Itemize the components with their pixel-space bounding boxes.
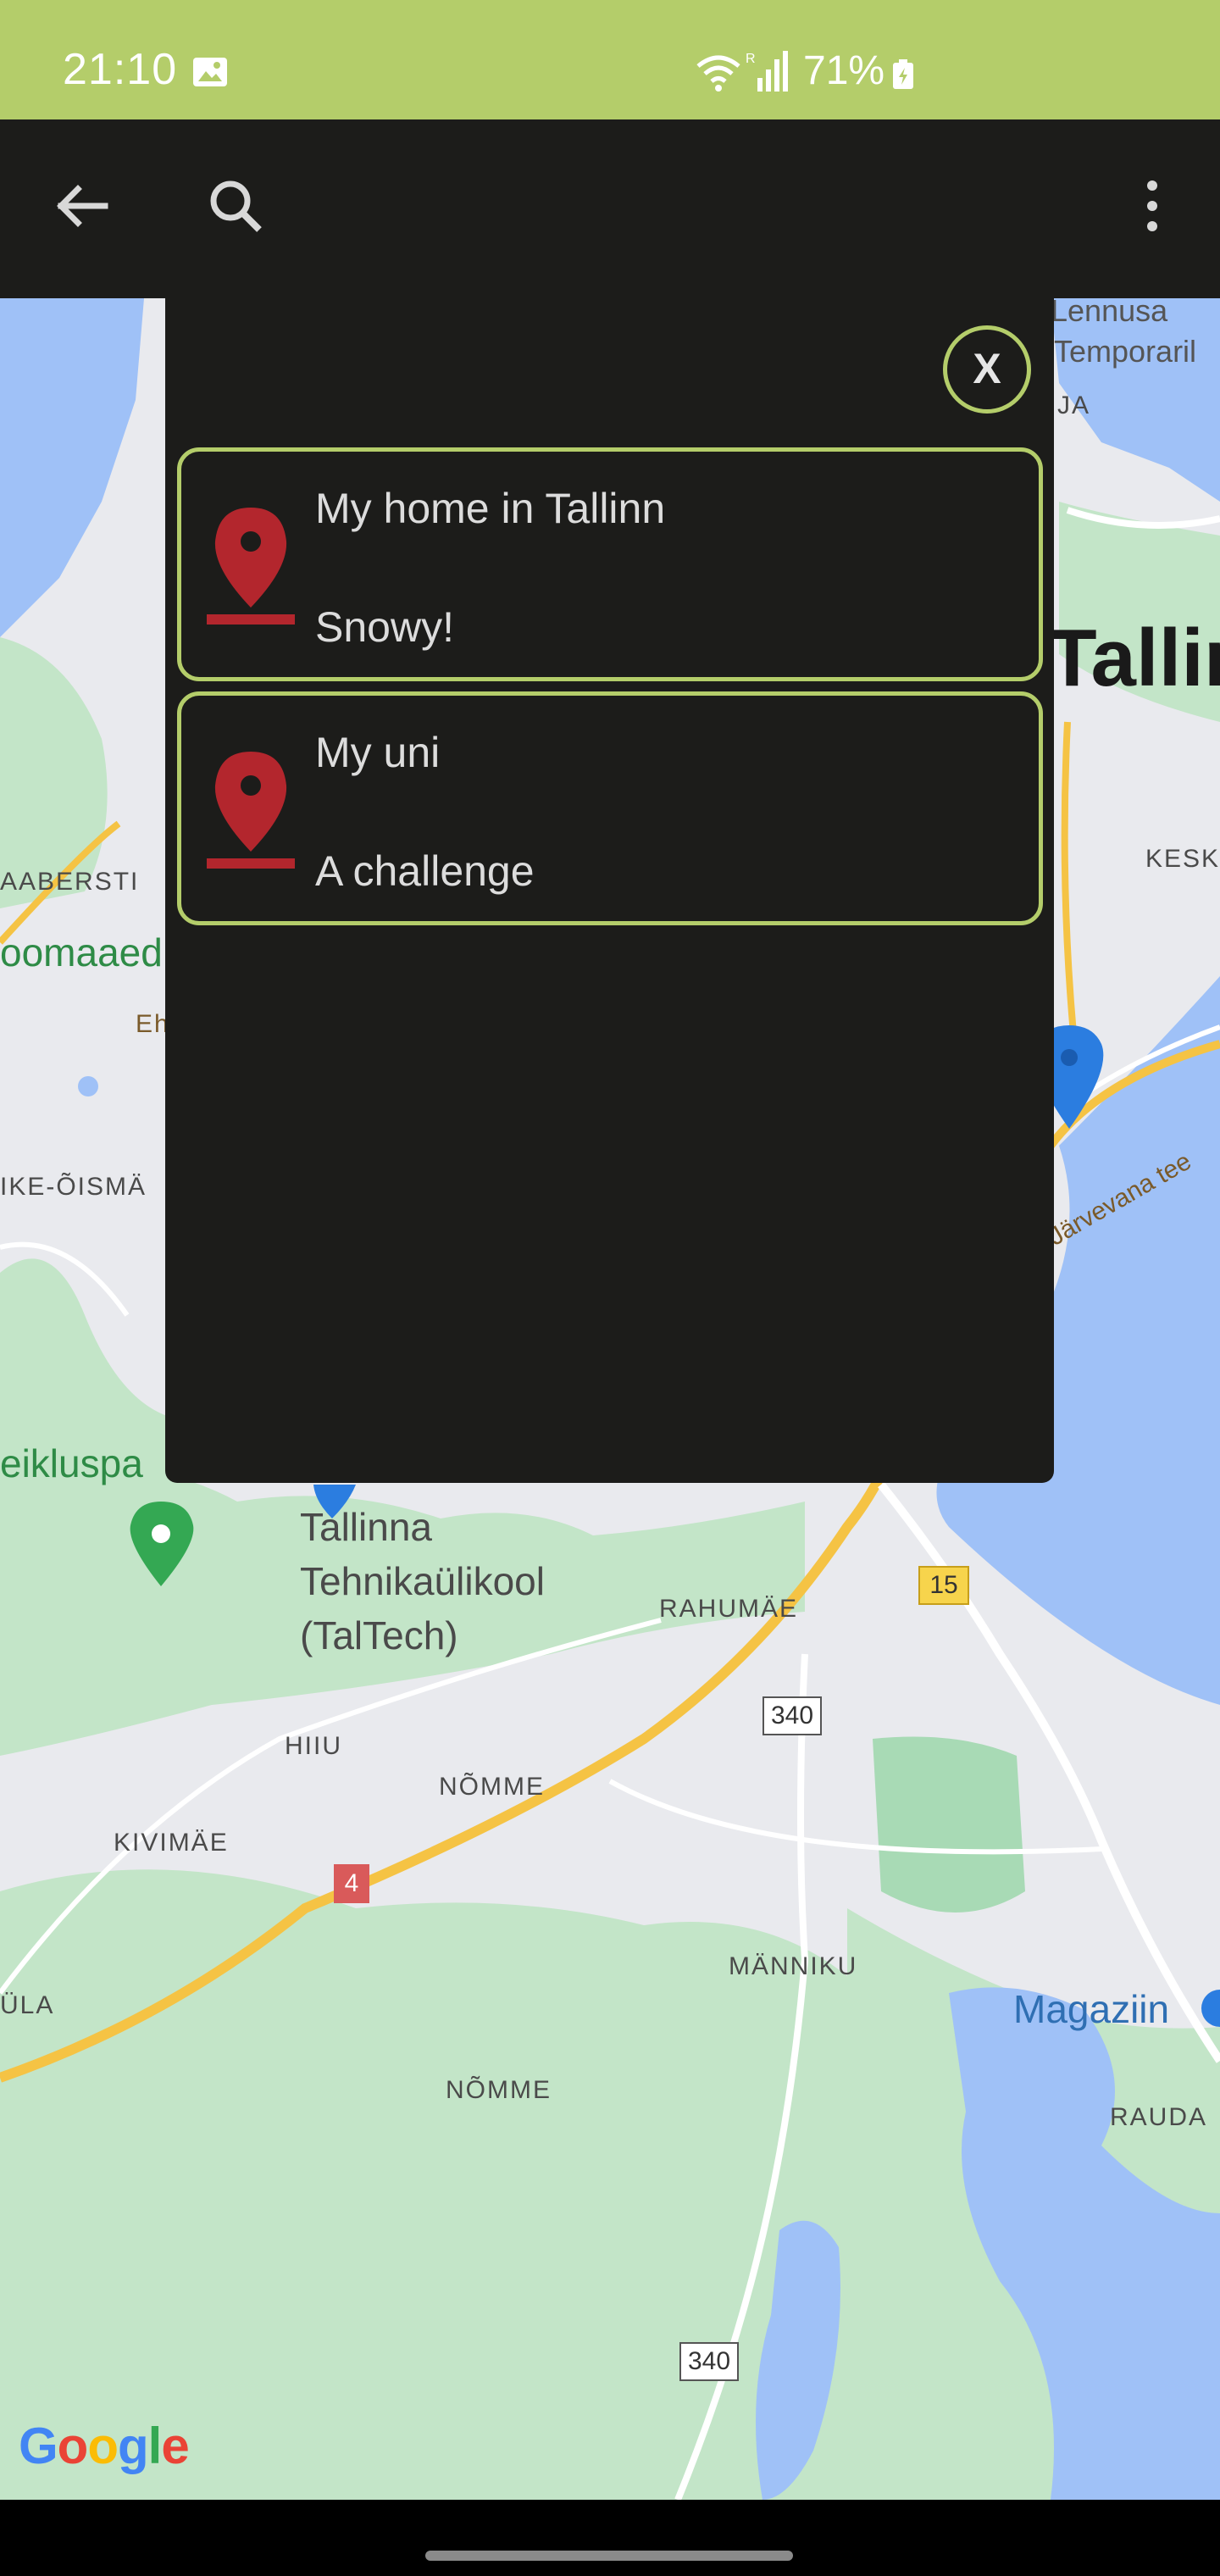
map-label-magaziin: Magaziin bbox=[1013, 1987, 1170, 2031]
wifi-icon bbox=[695, 53, 742, 93]
map-pin-icon bbox=[207, 747, 295, 874]
place-description: A challenge bbox=[315, 847, 535, 895]
gallery-icon bbox=[191, 56, 229, 88]
road-shield-340: 340 bbox=[762, 1696, 823, 1735]
map-label-hiiu: HIIU bbox=[285, 1732, 342, 1760]
place-name: My home in Tallinn bbox=[315, 485, 666, 532]
map-label-temporary: Temporaril bbox=[1054, 334, 1197, 369]
road-shield-4: 4 bbox=[334, 1864, 369, 1903]
search-icon[interactable] bbox=[202, 172, 269, 240]
road-shield-15: 15 bbox=[918, 1566, 969, 1605]
place-card-uni[interactable]: My uni A challenge bbox=[177, 691, 1043, 925]
map-label-manniku: MÄNNIKU bbox=[729, 1952, 858, 1980]
map-label-taltech-line3: (TalTech) bbox=[300, 1613, 458, 1657]
map-label-kivimae: KIVIMÄE bbox=[114, 1829, 229, 1857]
battery-percent: 71% bbox=[803, 48, 885, 93]
map-label-rauda: RAUDA bbox=[1110, 2103, 1208, 2131]
place-card-home[interactable]: My home in Tallinn Snowy! bbox=[177, 447, 1043, 681]
map-label-haabersti: AABERSTI bbox=[0, 868, 140, 896]
home-gesture-pill[interactable] bbox=[425, 2551, 793, 2561]
map-label-spordipark: eikluspa bbox=[0, 1441, 143, 1485]
place-name: My uni bbox=[315, 729, 441, 776]
system-nav-bar bbox=[0, 2500, 1220, 2576]
google-attribution: Google bbox=[19, 2418, 190, 2474]
map-label-nomme-south: NÕMME bbox=[446, 2076, 552, 2104]
saved-places-dialog: X My home in Tallinn Snowy! My uni A cha… bbox=[165, 298, 1054, 1483]
signal-icon: R bbox=[746, 49, 788, 93]
map-label-tallinn: Tallin bbox=[1047, 613, 1220, 703]
map-label-ula: ÜLA bbox=[0, 1991, 55, 2019]
map-label-kesk: KESK bbox=[1145, 845, 1220, 873]
map-label-oismae: IKE-ÕISMÄ bbox=[0, 1173, 147, 1201]
more-vert-icon[interactable] bbox=[1127, 172, 1178, 240]
app-toolbar bbox=[0, 119, 1220, 298]
back-arrow-icon[interactable] bbox=[47, 172, 115, 240]
map-label-taltech-line1: Tallinna bbox=[300, 1505, 432, 1549]
map-label-toomaaed: oomaaed bbox=[0, 930, 163, 974]
place-description: Snowy! bbox=[315, 603, 454, 651]
status-bar: 21:10 R 71% bbox=[0, 0, 1220, 119]
map-label-ja: JA bbox=[1057, 391, 1091, 419]
map-label-nomme: NÕMME bbox=[439, 1773, 545, 1801]
close-button[interactable]: X bbox=[943, 325, 1031, 414]
svg-text:R: R bbox=[746, 52, 756, 66]
map-label-taltech-line2: Tehnikaülikool bbox=[300, 1559, 545, 1603]
map-pin-icon bbox=[207, 502, 295, 630]
map-label-lennusadam: Lennusa bbox=[1051, 298, 1168, 328]
map-label-rahumae: RAHUMÄE bbox=[659, 1595, 799, 1623]
status-time: 21:10 bbox=[63, 45, 178, 94]
battery-icon bbox=[891, 59, 915, 90]
map-label-taltech: Tallinna Tehnikaülikool (TalTech) bbox=[300, 1500, 545, 1663]
road-shield-340-south: 340 bbox=[679, 2342, 740, 2381]
